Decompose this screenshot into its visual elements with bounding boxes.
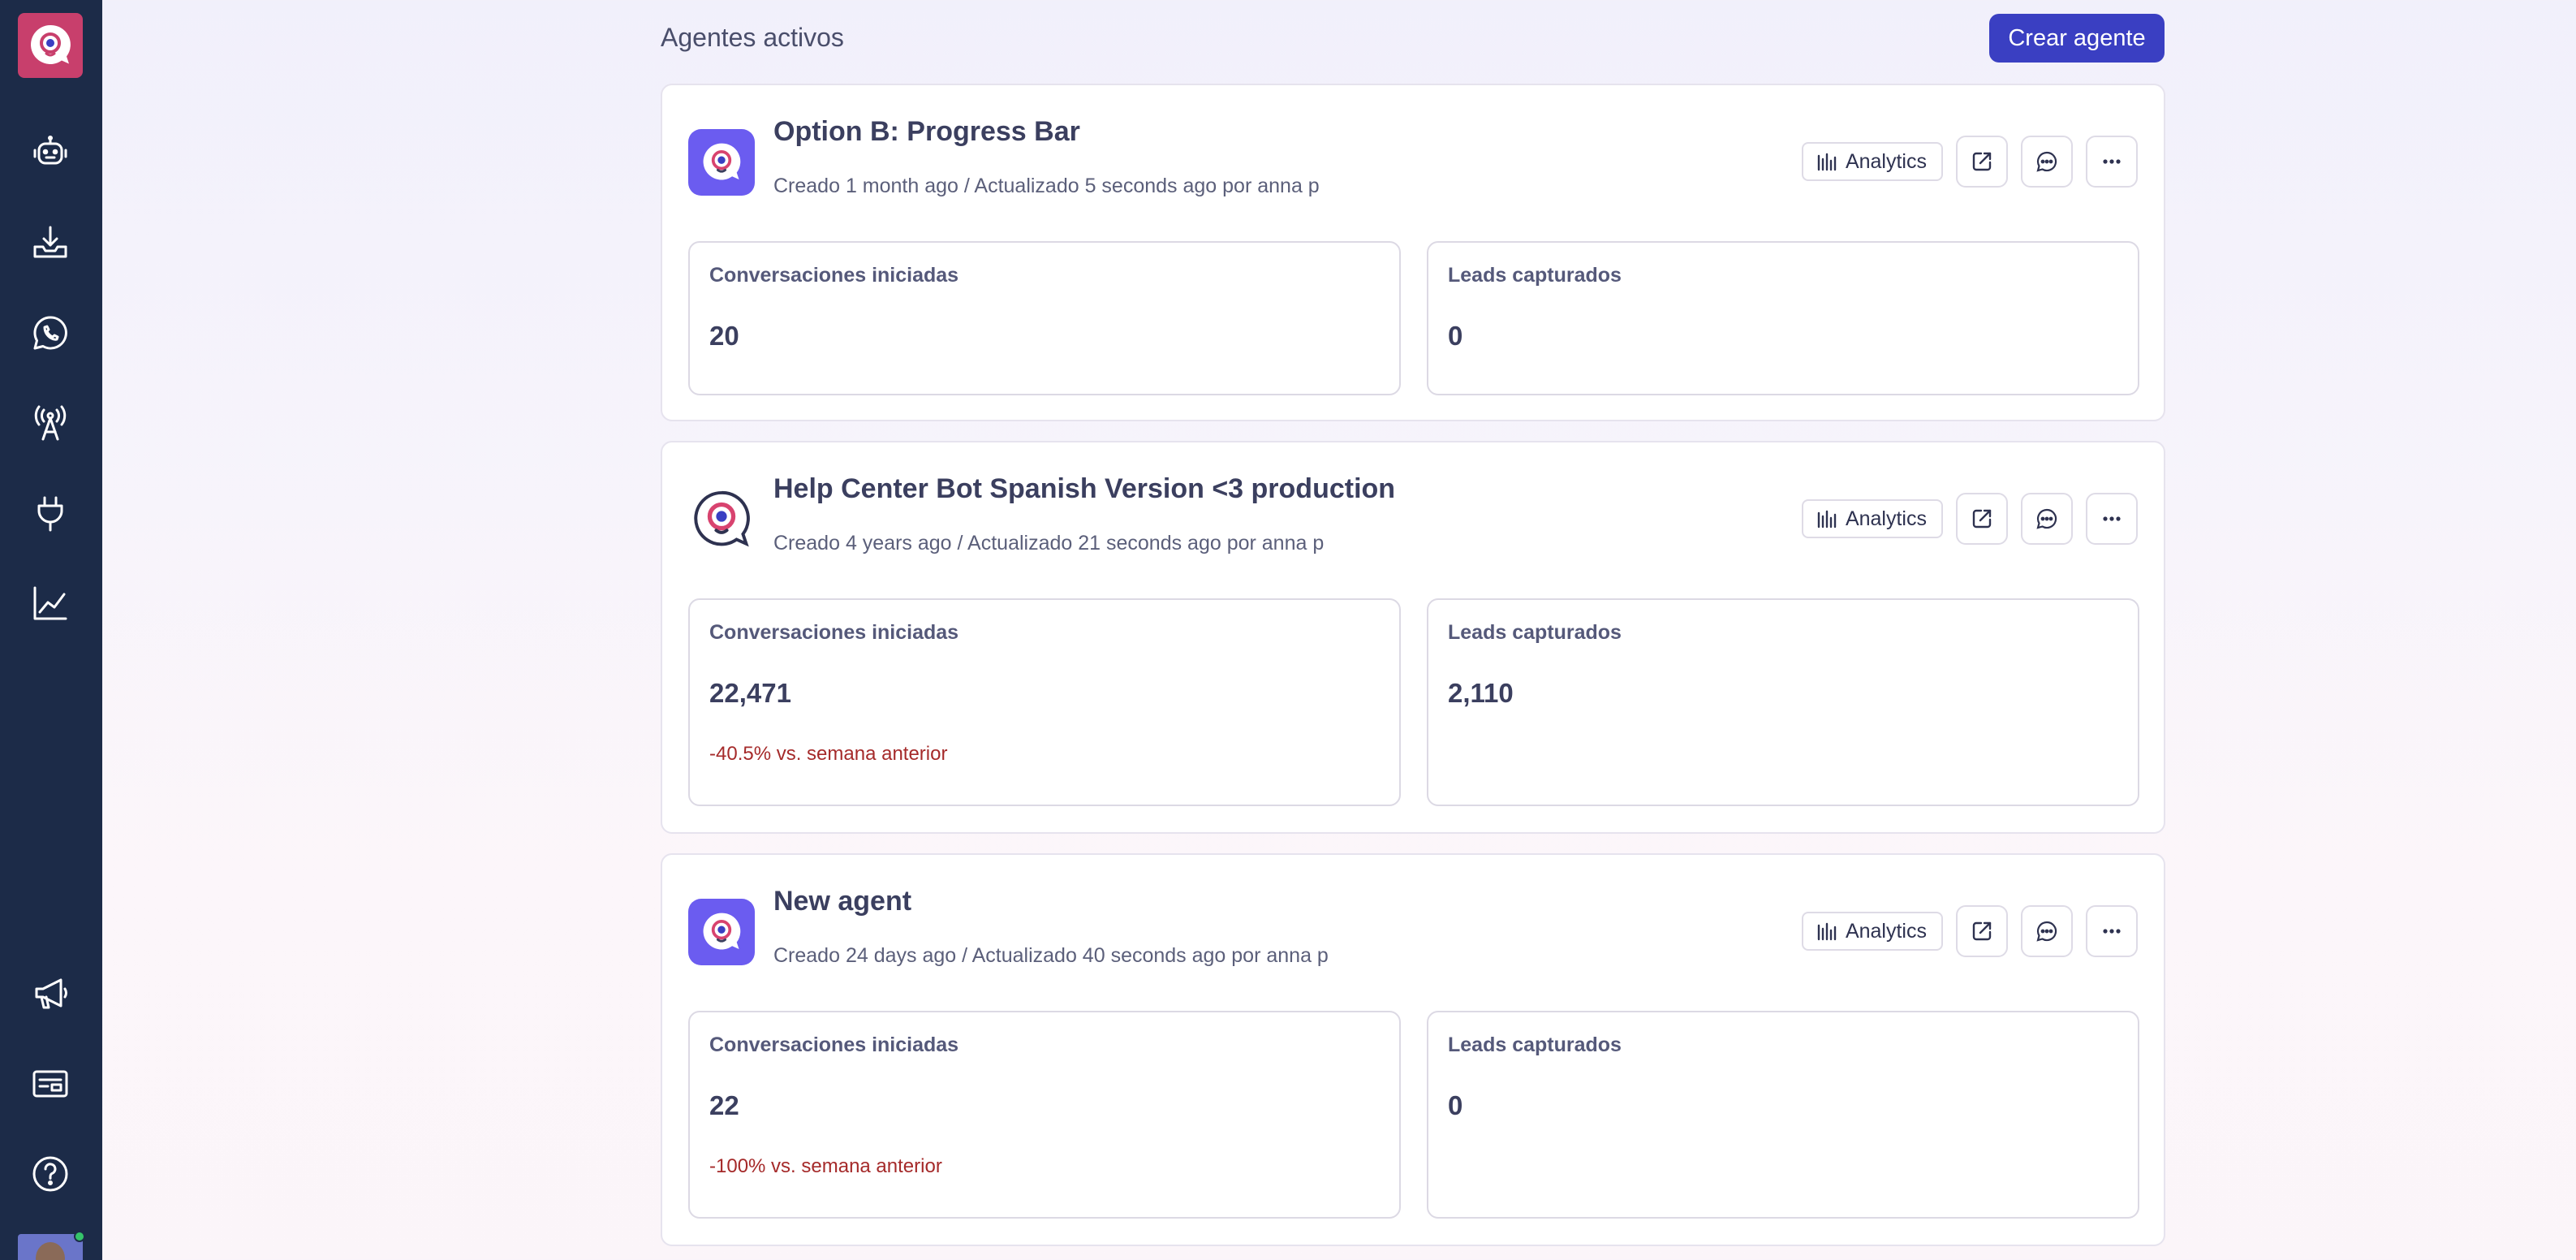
line-chart-icon[interactable]	[27, 580, 74, 627]
chat-bubble-icon	[2036, 921, 2057, 942]
more-options-button[interactable]	[2086, 493, 2138, 545]
analytics-label: Analytics	[1845, 507, 1927, 530]
stat-label: Conversaciones iniciadas	[709, 264, 959, 287]
stat-card-leads: Leads capturados 0	[1427, 1011, 2139, 1219]
robot-icon[interactable]	[27, 129, 74, 176]
more-options-button[interactable]	[2086, 136, 2138, 188]
help-circle-icon[interactable]	[27, 1150, 74, 1197]
analytics-button[interactable]: Analytics	[1801, 142, 1943, 181]
external-link-icon	[1972, 921, 1992, 941]
page-title: Agentes activos	[661, 23, 844, 52]
agent-meta: Creado 1 month ago / Actualizado 5 secon…	[773, 175, 1320, 197]
stat-card-conversations: Conversaciones iniciadas 22 -100% vs. se…	[688, 1011, 1401, 1219]
analytics-button[interactable]: Analytics	[1801, 912, 1943, 951]
agent-avatar-icon	[688, 486, 755, 553]
agent-name[interactable]: Option B: Progress Bar	[773, 116, 1080, 148]
stat-label: Conversaciones iniciadas	[709, 621, 959, 644]
analytics-label: Analytics	[1845, 919, 1927, 943]
bar-chart-icon	[1817, 153, 1837, 171]
stat-card-leads: Leads capturados 0	[1427, 241, 2139, 395]
open-external-button[interactable]	[1956, 493, 2008, 545]
chat-bubble-icon	[2036, 508, 2057, 529]
external-link-icon	[1972, 509, 1992, 529]
agent-actions: Analytics	[1801, 905, 2138, 957]
stat-value: 22,471	[709, 678, 791, 708]
card-icon[interactable]	[27, 1060, 74, 1107]
external-link-icon	[1972, 152, 1992, 171]
more-horizontal-icon	[2103, 516, 2121, 521]
agent-name[interactable]: Help Center Bot Spanish Version <3 produ…	[773, 473, 1395, 505]
sidebar	[0, 0, 102, 1260]
megaphone-icon[interactable]	[27, 970, 74, 1017]
chat-eye-logo-icon[interactable]	[18, 13, 83, 78]
agent-card: New agent Creado 24 days ago / Actualiza…	[661, 853, 2165, 1246]
stat-delta: -40.5% vs. semana anterior	[709, 743, 948, 765]
agent-meta: Creado 24 days ago / Actualizado 40 seco…	[773, 944, 1329, 967]
agent-actions: Analytics	[1801, 493, 2138, 545]
stat-card-conversations: Conversaciones iniciadas 20	[688, 241, 1401, 395]
stat-value: 22	[709, 1090, 739, 1120]
chat-button[interactable]	[2021, 493, 2073, 545]
agent-name[interactable]: New agent	[773, 886, 911, 917]
more-horizontal-icon	[2103, 929, 2121, 934]
open-external-button[interactable]	[1956, 136, 2008, 188]
analytics-button[interactable]: Analytics	[1801, 499, 1943, 538]
stat-value: 2,110	[1448, 678, 1514, 708]
stat-label: Leads capturados	[1448, 621, 1622, 644]
more-options-button[interactable]	[2086, 905, 2138, 957]
broadcast-antenna-icon[interactable]	[27, 399, 74, 447]
bar-chart-icon	[1817, 510, 1837, 529]
stat-value: 0	[1448, 1090, 1463, 1120]
chat-button[interactable]	[2021, 136, 2073, 188]
open-external-button[interactable]	[1956, 905, 2008, 957]
online-status-dot	[74, 1231, 85, 1242]
agent-card: Help Center Bot Spanish Version <3 produ…	[661, 441, 2165, 834]
stat-label: Conversaciones iniciadas	[709, 1033, 959, 1056]
stat-label: Leads capturados	[1448, 264, 1622, 287]
agent-actions: Analytics	[1801, 136, 2138, 188]
agent-meta: Creado 4 years ago / Actualizado 21 seco…	[773, 532, 1325, 554]
stat-value: 0	[1448, 321, 1463, 351]
analytics-label: Analytics	[1845, 149, 1927, 173]
chat-button[interactable]	[2021, 905, 2073, 957]
chat-bubble-icon	[2036, 151, 2057, 172]
create-agent-button[interactable]: Crear agente	[1989, 14, 2165, 63]
stat-delta: -100% vs. semana anterior	[709, 1155, 942, 1177]
more-horizontal-icon	[2103, 159, 2121, 164]
stat-card-leads: Leads capturados 2,110	[1427, 598, 2139, 806]
plug-icon[interactable]	[27, 490, 74, 537]
bar-chart-icon	[1817, 922, 1837, 941]
stat-card-conversations: Conversaciones iniciadas 22,471 -40.5% v…	[688, 598, 1401, 806]
whatsapp-icon[interactable]	[27, 309, 74, 356]
avatar[interactable]	[18, 1234, 83, 1260]
agent-avatar-icon	[688, 899, 755, 965]
stat-value: 20	[709, 321, 739, 351]
stat-label: Leads capturados	[1448, 1033, 1622, 1056]
agent-card: Option B: Progress Bar Creado 1 month ag…	[661, 84, 2165, 421]
inbox-download-icon[interactable]	[27, 219, 74, 266]
agent-avatar-icon	[688, 129, 755, 196]
